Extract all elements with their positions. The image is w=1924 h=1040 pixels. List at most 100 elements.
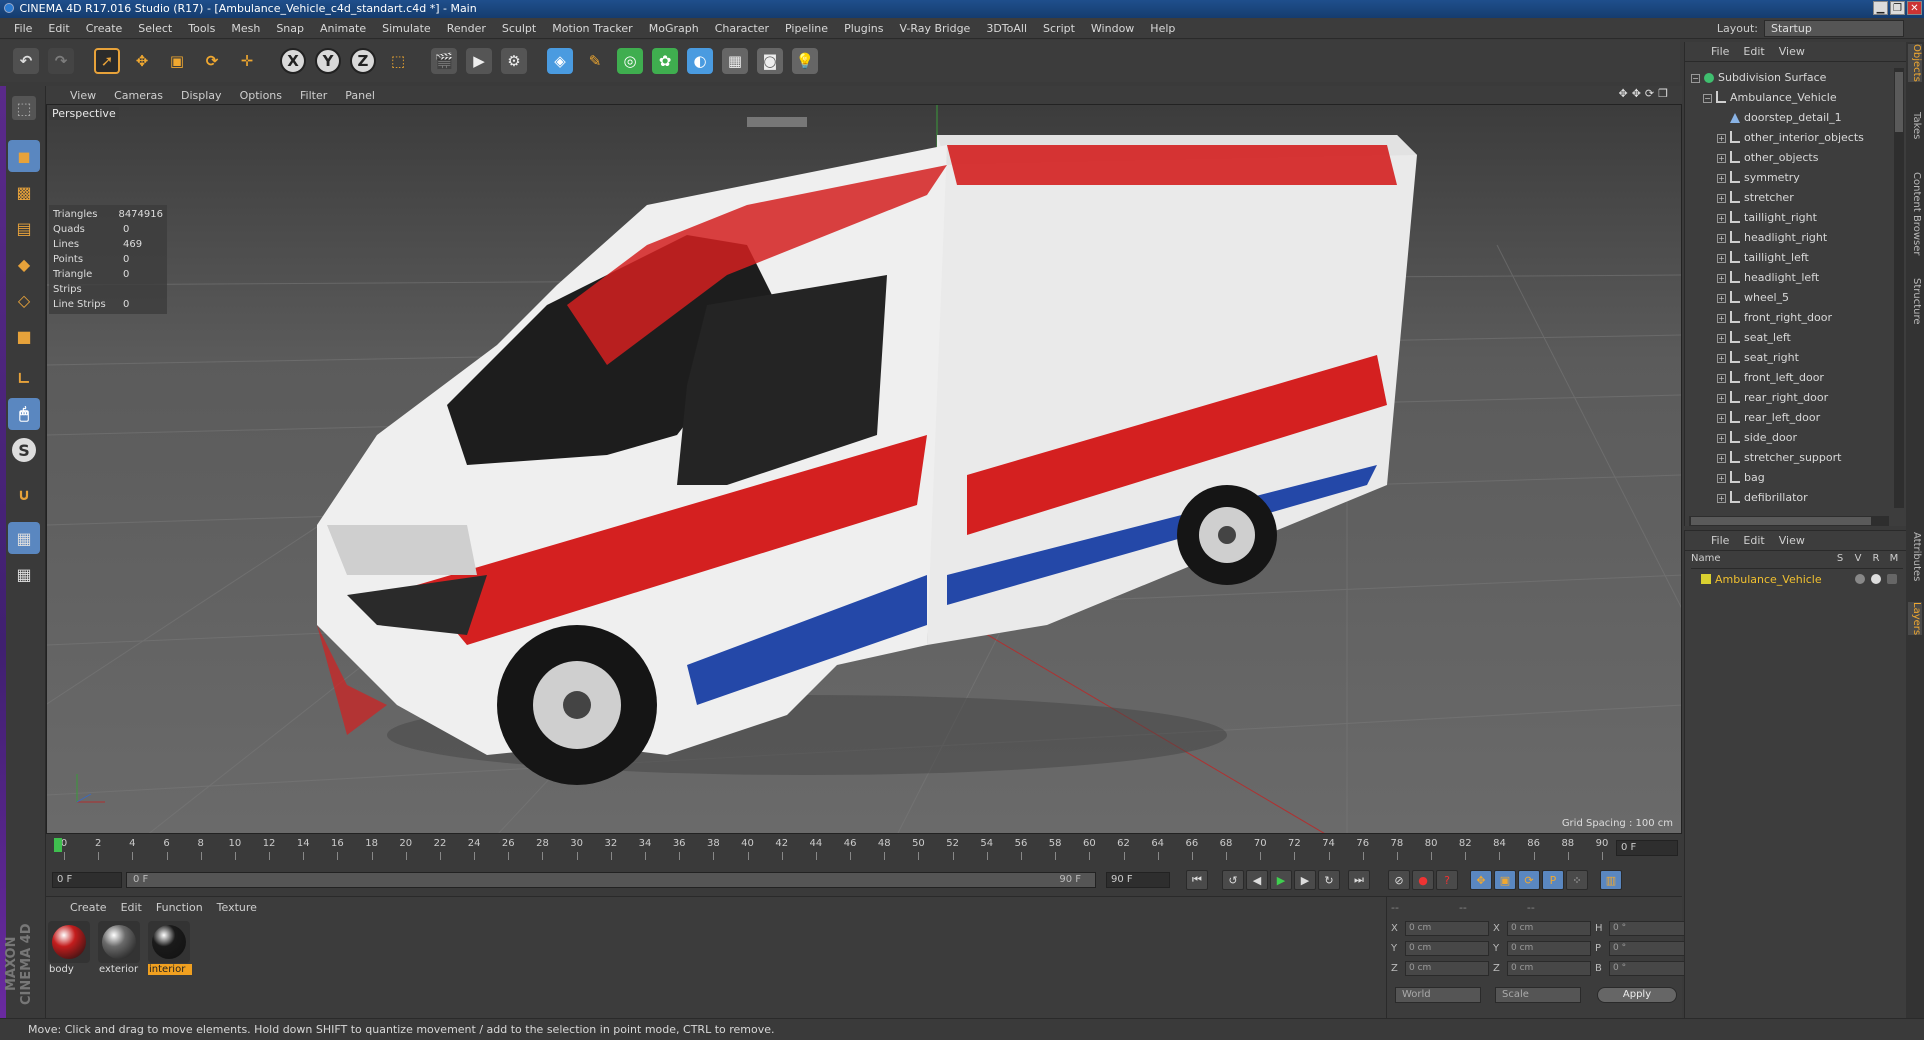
tree-item-defibrillator[interactable]: + defibrillator bbox=[1685, 488, 1891, 508]
layer-menu-file[interactable]: File bbox=[1711, 534, 1729, 547]
pen-spline-button[interactable]: ✎ bbox=[579, 45, 611, 77]
transform-mode-dropdown[interactable]: Scale bbox=[1495, 987, 1581, 1003]
maximize-icon[interactable]: ❐ bbox=[1890, 1, 1905, 15]
menu-file[interactable]: File bbox=[6, 22, 40, 35]
viewport-navigation-icons[interactable]: ✥✥⟳❐ bbox=[1618, 87, 1672, 100]
menu-render[interactable]: Render bbox=[439, 22, 494, 35]
frame-ruler[interactable]: 0 2 4 6 8 10 12 14 16 18 20 22 24 26 28 30 32 34 36 38 40 42 4… bbox=[52, 838, 1620, 860]
expand-icon[interactable]: + bbox=[1717, 494, 1726, 503]
subdivision-surface-button[interactable]: ◎ bbox=[614, 45, 646, 77]
rotate-tool-button[interactable]: ⟳ bbox=[196, 45, 228, 77]
z-axis-button[interactable]: Z bbox=[347, 45, 379, 77]
coordinate-space-dropdown[interactable]: World bbox=[1395, 987, 1481, 1003]
coords-rotation-field[interactable]: 0 ° bbox=[1609, 961, 1693, 976]
tree-item-bag[interactable]: + bag bbox=[1685, 468, 1891, 488]
previous-key-button[interactable]: ↺ bbox=[1222, 870, 1244, 890]
material-interior[interactable]: interior bbox=[148, 921, 192, 975]
side-tab-structure[interactable]: Structure bbox=[1908, 278, 1922, 325]
make-editable-button[interactable]: ⬚ bbox=[8, 92, 40, 124]
current-frame-field[interactable]: 0 F bbox=[1616, 840, 1678, 856]
planar-workplane-button[interactable]: ▦ bbox=[8, 558, 40, 590]
tree-item-front-right-door[interactable]: + front_right_door bbox=[1685, 308, 1891, 328]
tree-item-stretcher-support[interactable]: + stretcher_support bbox=[1685, 448, 1891, 468]
menu-sculpt[interactable]: Sculpt bbox=[494, 22, 544, 35]
menu-mesh[interactable]: Mesh bbox=[223, 22, 268, 35]
tree-item-other-interior-objects[interactable]: + other_interior_objects bbox=[1685, 128, 1891, 148]
apply-button[interactable]: Apply bbox=[1597, 987, 1677, 1003]
next-key-button[interactable]: ↻ bbox=[1318, 870, 1340, 890]
layer-menu-edit[interactable]: Edit bbox=[1743, 534, 1764, 547]
render-settings-button[interactable]: ⚙ bbox=[498, 45, 530, 77]
camera-button[interactable]: ◙ bbox=[754, 45, 786, 77]
expand-icon[interactable]: + bbox=[1717, 294, 1726, 303]
material-body[interactable]: body bbox=[48, 921, 92, 975]
perspective-viewport[interactable]: Perspective Triangles 8474916 Quads 0 Lines 4… bbox=[46, 104, 1682, 834]
move-tool-button[interactable]: ✥ bbox=[126, 45, 158, 77]
layer-render-icon[interactable] bbox=[1887, 574, 1897, 584]
polygons-mode-button[interactable]: ■ bbox=[8, 320, 40, 352]
cube-object-button[interactable]: ◈ bbox=[544, 45, 576, 77]
expand-icon[interactable]: + bbox=[1717, 314, 1726, 323]
menu-motion-tracker[interactable]: Motion Tracker bbox=[544, 22, 640, 35]
tree-item-ambulance-vehicle[interactable]: − Ambulance_Vehicle bbox=[1685, 88, 1891, 108]
workplane-button[interactable]: ▤ bbox=[8, 212, 40, 244]
edges-mode-button[interactable]: ◇ bbox=[8, 284, 40, 316]
keyframe-selection-button[interactable]: ⊘ bbox=[1388, 870, 1410, 890]
layer-solo-icon[interactable] bbox=[1855, 574, 1865, 584]
tree-item-headlight-right[interactable]: + headlight_right bbox=[1685, 228, 1891, 248]
side-tab-takes[interactable]: Takes bbox=[1908, 112, 1922, 139]
menu-animate[interactable]: Animate bbox=[312, 22, 374, 35]
camera-label[interactable]: Perspective bbox=[49, 107, 119, 120]
menu-select[interactable]: Select bbox=[130, 22, 180, 35]
object-manager-hscrollbar[interactable] bbox=[1689, 516, 1889, 526]
layer-column-m[interactable]: M bbox=[1885, 553, 1903, 568]
expand-icon[interactable]: + bbox=[1717, 274, 1726, 283]
tree-item-rear-left-door[interactable]: + rear_left_door bbox=[1685, 408, 1891, 428]
tree-item-taillight-right[interactable]: + taillight_right bbox=[1685, 208, 1891, 228]
material-name[interactable]: body bbox=[48, 964, 92, 975]
viewport-menu-options[interactable]: Options bbox=[240, 89, 282, 102]
scale-tool-button[interactable]: ▣ bbox=[161, 45, 193, 77]
go-to-end-button[interactable]: ⏭ bbox=[1348, 870, 1370, 890]
key-pla-button[interactable]: ⁘ bbox=[1566, 870, 1588, 890]
object-menu-file[interactable]: File bbox=[1711, 45, 1729, 58]
menu-simulate[interactable]: Simulate bbox=[374, 22, 439, 35]
viewport-menu-view[interactable]: View bbox=[70, 89, 96, 102]
tree-item-seat-right[interactable]: + seat_right bbox=[1685, 348, 1891, 368]
undo-button[interactable]: ↶ bbox=[10, 45, 42, 77]
material-menu-function[interactable]: Function bbox=[156, 901, 203, 914]
key-position-button[interactable]: ✥ bbox=[1470, 870, 1492, 890]
expand-icon[interactable]: + bbox=[1717, 134, 1726, 143]
timeline-playhead[interactable] bbox=[54, 838, 62, 852]
layout-dropdown[interactable]: Startup bbox=[1764, 20, 1904, 37]
start-frame-field[interactable]: 0 F bbox=[52, 872, 122, 888]
viewport-menu-panel[interactable]: Panel bbox=[345, 89, 375, 102]
key-scale-button[interactable]: ▣ bbox=[1494, 870, 1516, 890]
coords-rotation-field[interactable]: 0 ° bbox=[1609, 941, 1693, 956]
menu-window[interactable]: Window bbox=[1083, 22, 1142, 35]
snap-button[interactable]: S bbox=[8, 434, 40, 466]
tree-item-stretcher[interactable]: + stretcher bbox=[1685, 188, 1891, 208]
timeline-window-button[interactable]: ▥ bbox=[1600, 870, 1622, 890]
scroll-thumb[interactable] bbox=[1895, 72, 1903, 132]
play-button[interactable]: ▶ bbox=[1270, 870, 1292, 890]
material-menu-create[interactable]: Create bbox=[70, 901, 107, 914]
material-exterior[interactable]: exterior bbox=[98, 921, 142, 975]
material-name[interactable]: exterior bbox=[98, 964, 142, 975]
next-frame-button[interactable]: ▶ bbox=[1294, 870, 1316, 890]
object-menu-view[interactable]: View bbox=[1779, 45, 1805, 58]
record-button[interactable]: ● bbox=[1412, 870, 1434, 890]
object-menu-edit[interactable]: Edit bbox=[1743, 45, 1764, 58]
menu-plugins[interactable]: Plugins bbox=[836, 22, 891, 35]
expand-icon[interactable]: + bbox=[1717, 194, 1726, 203]
model-mode-button[interactable]: ◼ bbox=[8, 140, 40, 172]
menu-tools[interactable]: Tools bbox=[180, 22, 223, 35]
tree-item-front-left-door[interactable]: + front_left_door bbox=[1685, 368, 1891, 388]
tree-item-seat-left[interactable]: + seat_left bbox=[1685, 328, 1891, 348]
collapse-icon[interactable]: − bbox=[1691, 74, 1700, 83]
coords-size-field[interactable]: 0 cm bbox=[1507, 941, 1591, 956]
light-button[interactable]: 💡 bbox=[789, 45, 821, 77]
menu-mograph[interactable]: MoGraph bbox=[641, 22, 707, 35]
render-view-button[interactable]: 🎬 bbox=[428, 45, 460, 77]
viewport-menu-display[interactable]: Display bbox=[181, 89, 222, 102]
